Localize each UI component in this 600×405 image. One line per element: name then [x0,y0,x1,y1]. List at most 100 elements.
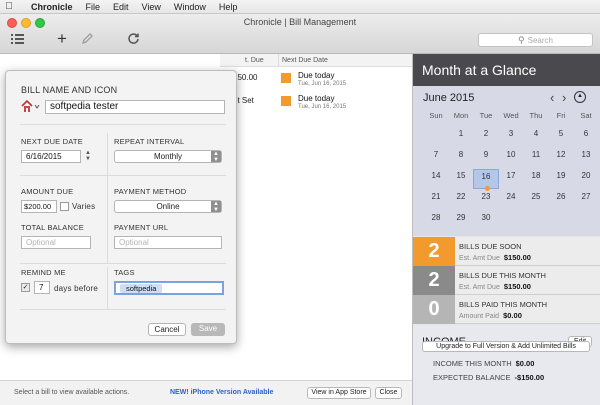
stat-count: 2 [413,266,455,295]
income-section: INCOME Edit INCOME THIS MONTH$0.00 EXPEC… [413,326,600,405]
payment-method-label: PAYMENT METHOD [114,187,187,196]
bill-due-status: Due today [298,94,335,103]
menu-view[interactable]: View [142,2,161,12]
expected-balance: EXPECTED BALANCE -$150.00 [433,373,544,382]
remind-days-input[interactable]: 7 [34,281,50,294]
menu-edit[interactable]: Edit [113,2,129,12]
remind-me-label: REMIND ME [21,268,66,277]
varies-checkbox[interactable] [60,202,69,211]
view-in-app-store-button[interactable]: View in App Store [307,387,371,399]
payment-url-input[interactable]: Optional [114,236,222,249]
divider [20,309,226,310]
calendar-day[interactable]: 24 [498,190,524,210]
divider [20,175,226,176]
stat-amount: Est. Amt Due $150.00 [459,282,531,291]
calendar-day[interactable]: 12 [548,148,574,168]
menu-app-name[interactable]: Chronicle [31,2,73,12]
calendar-day[interactable]: 10 [498,148,524,168]
tag-token[interactable]: softpedia [120,284,163,293]
calendar-day[interactable]: 30 [473,211,499,231]
calendar-day[interactable]: 1 [448,127,474,147]
bill-edit-popover: BILL NAME AND ICON softpedia tester NEXT… [5,70,237,344]
calendar-day[interactable]: 11 [523,148,549,168]
calendar-day[interactable]: 27 [573,190,599,210]
calendar-day[interactable]: 3 [498,127,524,147]
weekday-header: Mon [453,111,469,120]
calendar-day[interactable]: 25 [523,190,549,210]
calendar-day[interactable]: 14 [423,169,449,189]
due-status-marker [281,96,291,106]
expected-balance-value: -$150.00 [514,373,545,382]
next-month-icon[interactable]: › [562,90,566,105]
close-promo-button[interactable]: Close [375,387,402,399]
tags-input[interactable]: softpedia [114,281,224,295]
calendar-day[interactable]: 19 [548,169,574,189]
calendar-month: June 2015 [423,92,475,104]
calendar-day[interactable]: 4 [523,127,549,147]
stat-amount: Amount Paid $0.00 [459,311,522,320]
bill-due-date: Tue, Jun 16, 2015 [298,104,347,110]
chevron-up-down-icon: ▲ ▼ [211,201,221,213]
calendar-day[interactable]: 18 [523,169,549,189]
upgrade-button[interactable]: Upgrade to Full Version & Add Unlimited … [422,341,590,352]
apple-menu-icon[interactable]:  [0,1,18,12]
calendar-day[interactable]: 22 [448,190,474,210]
bill-stat-row[interactable]: 0 BILLS PAID THIS MONTH Amount Paid $0.00 [413,295,600,324]
total-balance-input[interactable]: Optional [21,236,91,249]
calendar-day[interactable]: 8 [448,148,474,168]
stat-label: BILLS PAID THIS MONTH [459,300,548,309]
payment-method-select[interactable]: Online ▲ ▼ [114,200,222,213]
weekday-header: Thu [529,111,543,120]
refresh-icon[interactable] [127,31,140,49]
bill-row[interactable]: 150.00 Due today Tue, Jun 16, 2015 [220,70,410,94]
income-this-month-label: INCOME THIS MONTH [433,359,512,368]
calendar-day[interactable]: 13 [573,148,599,168]
calendar-day[interactable]: 6 [573,127,599,147]
menu-file[interactable]: File [86,2,101,12]
remind-me-checkbox[interactable]: ✓ [21,283,30,292]
repeat-interval-select[interactable]: Monthly ▲ ▼ [114,150,222,163]
menu-help[interactable]: Help [219,2,238,12]
calendar-day[interactable]: 21 [423,190,449,210]
save-button[interactable]: Save [191,323,225,336]
calendar-day[interactable]: 5 [548,127,574,147]
calendar-day[interactable]: 29 [448,211,474,231]
calendar-day[interactable]: 16 [473,169,499,191]
calendar-day[interactable]: 20 [573,169,599,189]
stat-label: BILLS DUE SOON [459,242,522,251]
calendar-day[interactable]: 15 [448,169,474,189]
bill-stat-row[interactable]: 2 BILLS DUE SOON Est. Amt Due $150.00 [413,237,600,266]
search-input[interactable]: ⚲ Search [478,33,593,47]
column-header-next-due[interactable]: Next Due Date [278,54,412,67]
calendar-day[interactable]: 26 [548,190,574,210]
cancel-button[interactable]: Cancel [148,323,186,336]
calendar-day[interactable]: 17 [498,169,524,189]
bill-name-input[interactable]: softpedia tester [45,100,225,114]
column-header-amount[interactable]: t. Due [220,54,278,67]
house-icon[interactable] [20,99,40,116]
stat-amount: Est. Amt Due $150.00 [459,253,531,262]
stat-count: 0 [413,295,455,324]
prev-month-icon[interactable]: ‹ [550,90,554,105]
amount-due-input[interactable]: $200.00 [21,200,57,213]
calendar-day[interactable]: 28 [423,211,449,231]
date-stepper-icon[interactable]: ▲ ▼ [84,150,92,163]
calendar-day[interactable]: 23 [473,190,499,210]
list-view-icon[interactable] [11,31,24,49]
bill-stat-row[interactable]: 2 BILLS DUE THIS MONTH Est. Amt Due $150.00 [413,266,600,295]
calendar-day[interactable]: 7 [423,148,449,168]
days-before-label: days before [54,284,99,293]
weekday-header: Sun [429,111,443,120]
window-title: Chronicle | Bill Management [243,17,357,27]
calendar-day[interactable]: 2 [473,127,499,147]
bill-name-label: BILL NAME AND ICON [21,85,118,95]
iphone-promo-link[interactable]: NEW! iPhone Version Available [170,389,273,396]
menu-window[interactable]: Window [174,2,206,12]
weekday-header: Tue [479,111,493,120]
calendar-day[interactable]: 9 [473,148,499,168]
edit-pencil-icon[interactable] [81,31,93,49]
bill-row[interactable]: ot Set Due today Tue, Jun 16, 2015 [220,93,410,117]
next-due-date-input[interactable]: 6/16/2015 [21,150,81,163]
add-bill-icon[interactable]: + [57,30,67,47]
today-icon[interactable]: ▲ [574,91,586,103]
